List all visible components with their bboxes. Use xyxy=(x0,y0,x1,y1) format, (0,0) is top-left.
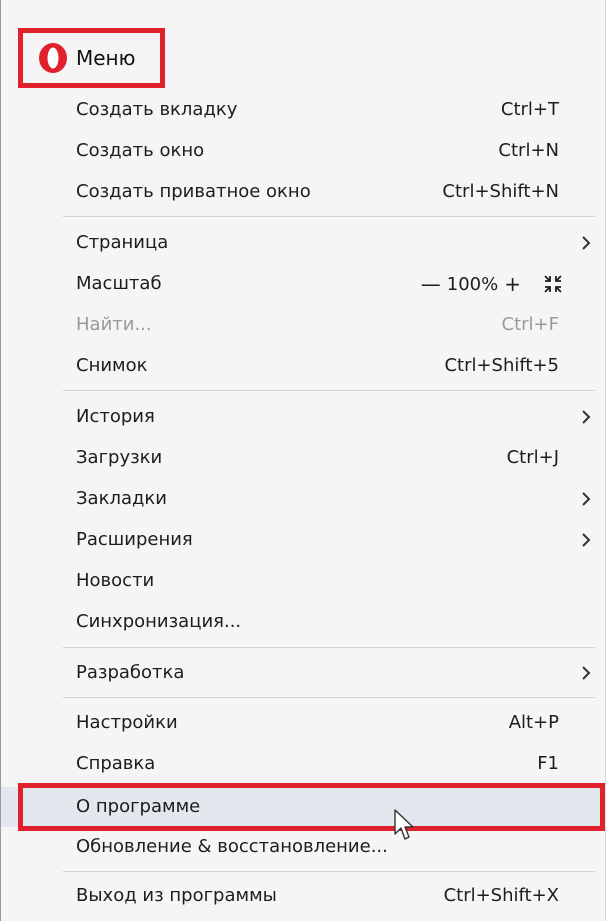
zoom-in-button[interactable]: + xyxy=(504,264,521,304)
chevron-right-icon xyxy=(582,666,591,680)
menu-item-label: Разработка xyxy=(76,662,185,683)
menu-item-label: Создать вкладку xyxy=(76,99,238,120)
menu-item-label: Справка xyxy=(76,753,156,774)
shortcut-label: Ctrl+Shift+N xyxy=(442,181,559,202)
menu-item-label: Загрузки xyxy=(76,447,163,468)
shortcut-label: Ctrl+F xyxy=(501,314,559,335)
menu-item-new-window[interactable]: Создать окно Ctrl+N xyxy=(1,131,606,171)
menu-item-new-tab[interactable]: Создать вкладку Ctrl+T xyxy=(1,90,606,130)
menu-separator xyxy=(63,390,595,391)
zoom-out-button[interactable]: — xyxy=(421,264,441,304)
menu-item-label: Закладки xyxy=(76,488,167,509)
chevron-right-icon xyxy=(582,236,591,250)
menu-item-extensions[interactable]: Расширения xyxy=(1,520,606,560)
menu-item-label: О программе xyxy=(76,796,201,817)
menu-item-about[interactable]: О программе xyxy=(1,787,606,827)
shortcut-label: Ctrl+T xyxy=(500,99,559,120)
opera-main-menu: Меню Создать вкладку Ctrl+T Создать окно… xyxy=(0,0,606,921)
menu-item-label: Новости xyxy=(76,570,155,591)
menu-item-exit[interactable]: Выход из программы Ctrl+Shift+X xyxy=(1,876,606,916)
menu-item-sync[interactable]: Синхронизация... xyxy=(1,602,606,642)
menu-item-help[interactable]: Справка F1 xyxy=(1,744,606,784)
menu-item-label: Найти... xyxy=(76,314,152,335)
chevron-right-icon xyxy=(582,410,591,424)
menu-item-label: Страница xyxy=(76,232,169,253)
menu-item-page[interactable]: Страница xyxy=(1,223,606,263)
menu-item-history[interactable]: История xyxy=(1,397,606,437)
shortcut-label: Ctrl+N xyxy=(498,140,559,161)
menu-item-bookmarks[interactable]: Закладки xyxy=(1,479,606,519)
menu-item-label: Масштаб xyxy=(76,273,162,294)
menu-separator xyxy=(63,697,595,698)
menu-item-snapshot[interactable]: Снимок Ctrl+Shift+5 xyxy=(1,346,606,386)
menu-item-label: Снимок xyxy=(76,355,148,376)
menu-item-find: Найти... Ctrl+F xyxy=(1,305,606,345)
shortcut-label: Ctrl+Shift+5 xyxy=(444,355,559,376)
menu-item-new-private-window[interactable]: Создать приватное окно Ctrl+Shift+N xyxy=(1,172,606,212)
menu-item-downloads[interactable]: Загрузки Ctrl+J xyxy=(1,438,606,478)
shortcut-label: Ctrl+Shift+X xyxy=(443,885,559,906)
shortcut-label: Alt+P xyxy=(508,712,559,733)
menu-item-label: Обновление & восстановление... xyxy=(76,836,388,857)
menu-item-settings[interactable]: Настройки Alt+P xyxy=(1,703,606,743)
menu-separator xyxy=(63,871,595,872)
menu-item-label: Создать приватное окно xyxy=(76,181,311,202)
menu-item-label: Создать окно xyxy=(76,140,205,161)
menu-item-update-recovery[interactable]: Обновление & восстановление... xyxy=(1,827,606,867)
menu-item-developer[interactable]: Разработка xyxy=(1,653,606,693)
menu-separator xyxy=(63,216,595,217)
zoom-controls: — 100% + xyxy=(421,264,563,304)
zoom-level: 100% xyxy=(446,273,499,295)
menu-item-label: Синхронизация... xyxy=(76,611,242,632)
menu-item-label: Настройки xyxy=(76,712,178,733)
menu-item-label: Выход из программы xyxy=(76,885,277,906)
shortcut-label: Ctrl+J xyxy=(506,447,559,468)
menu-item-label: История xyxy=(76,406,155,427)
menu-item-news[interactable]: Новости xyxy=(1,561,606,601)
fullscreen-icon[interactable] xyxy=(543,274,563,294)
chevron-right-icon xyxy=(582,492,591,506)
menu-title: Меню xyxy=(76,46,136,70)
chevron-right-icon xyxy=(582,533,591,547)
menu-item-label: Расширения xyxy=(76,529,193,550)
shortcut-label: F1 xyxy=(537,753,559,774)
menu-header-button[interactable]: Меню xyxy=(18,28,165,88)
opera-logo-icon xyxy=(37,42,69,74)
menu-separator xyxy=(63,647,595,648)
menu-item-zoom: Масштаб — 100% + xyxy=(1,264,606,304)
